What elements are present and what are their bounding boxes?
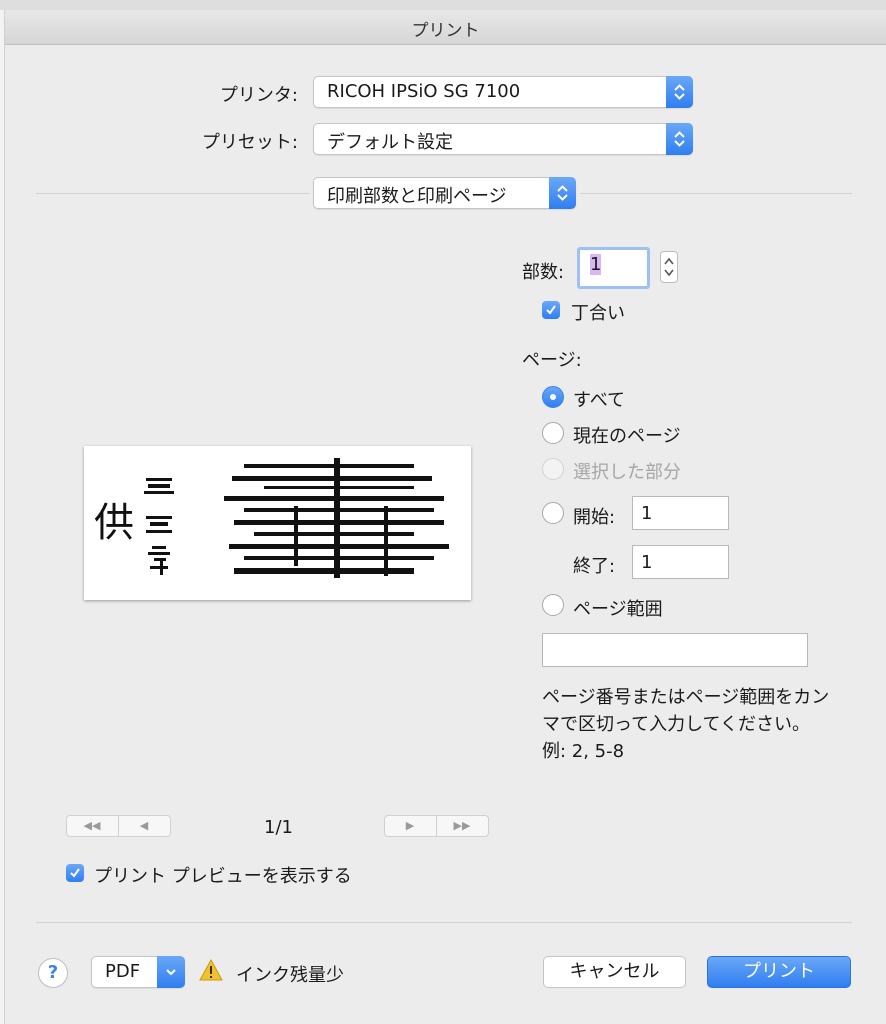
stepper-arrows-icon xyxy=(664,257,674,277)
background-window-edge xyxy=(0,10,5,1024)
popup-arrows-icon xyxy=(666,76,693,108)
checkmark-icon xyxy=(70,868,80,878)
help-button[interactable]: ? xyxy=(38,958,68,988)
pages-selection-label: 選択した部分 xyxy=(573,462,681,483)
pdf-label: PDF xyxy=(105,961,141,982)
printer-popup[interactable]: RICOH IPSiO SG 7100 xyxy=(313,76,693,108)
page-indicator: 1/1 xyxy=(264,817,293,838)
collate-checkbox[interactable] xyxy=(542,301,560,319)
print-button[interactable]: プリント xyxy=(707,956,851,988)
last-page-icon[interactable]: ▶▶ xyxy=(437,816,487,836)
cancel-button[interactable]: キャンセル xyxy=(543,956,686,988)
svg-text:供: 供 xyxy=(94,500,134,546)
pages-current-radio[interactable] xyxy=(542,422,564,444)
preview-nav-prev-group: ◀◀ ◀ xyxy=(66,815,171,837)
pdf-menu-button[interactable]: PDF xyxy=(91,956,185,988)
section-popup[interactable]: 印刷部数と印刷ページ xyxy=(313,177,576,209)
chevron-down-icon xyxy=(157,956,185,988)
pages-range-radio[interactable] xyxy=(542,594,564,616)
printer-label: プリンタ: xyxy=(219,85,298,106)
previous-page-icon[interactable]: ◀ xyxy=(119,816,169,836)
printer-value: RICOH IPSiO SG 7100 xyxy=(327,81,521,102)
ink-warning-text: インク残量少 xyxy=(236,965,344,986)
copies-field[interactable]: 1 xyxy=(577,247,650,289)
print-preview-page: 供 xyxy=(84,446,471,600)
pages-all-label: すべて xyxy=(573,390,626,411)
next-page-icon[interactable]: ▶ xyxy=(385,816,435,836)
footer-divider xyxy=(36,922,852,923)
pages-label: ページ: xyxy=(522,350,582,371)
preset-label: プリセット: xyxy=(201,132,298,153)
divider-right xyxy=(580,193,852,194)
warning-icon xyxy=(199,959,223,981)
first-page-icon[interactable]: ◀◀ xyxy=(67,816,117,836)
copies-value: 1 xyxy=(590,254,602,275)
popup-arrows-icon xyxy=(549,177,576,209)
show-preview-checkbox[interactable] xyxy=(66,864,84,882)
preview-content-image: 供 xyxy=(94,458,449,578)
window-title: プリント xyxy=(411,21,480,41)
show-preview-label: プリント プレビューを表示する xyxy=(94,866,352,887)
popup-arrows-icon xyxy=(666,123,693,155)
divider-left xyxy=(36,193,310,194)
preview-nav-next-group: ▶ ▶▶ xyxy=(384,815,489,837)
pages-all-radio[interactable] xyxy=(542,386,564,408)
pages-range-hint: ページ番号またはページ範囲をカンマで区切って入力してください。例: 2, 5-8 xyxy=(542,687,830,762)
preset-popup[interactable]: デフォルト設定 xyxy=(313,123,693,155)
pages-to-field[interactable]: 1 xyxy=(632,545,729,579)
pages-selection-radio xyxy=(542,458,564,480)
copies-stepper[interactable] xyxy=(660,251,678,283)
section-value: 印刷部数と印刷ページ xyxy=(327,186,507,207)
pages-from-radio[interactable] xyxy=(542,502,564,524)
pages-current-label: 現在のページ xyxy=(573,426,681,447)
pages-from-field[interactable]: 1 xyxy=(632,496,729,530)
pages-to-label: 終了: xyxy=(573,556,616,577)
title-bar: プリント xyxy=(5,10,886,45)
pages-range-field[interactable] xyxy=(542,633,808,667)
preset-value: デフォルト設定 xyxy=(327,132,453,153)
checkmark-icon xyxy=(546,305,556,315)
pages-range-label: ページ範囲 xyxy=(573,599,663,620)
collate-label: 丁合い xyxy=(571,303,625,324)
pages-from-label: 開始: xyxy=(573,507,616,528)
copies-label: 部数: xyxy=(522,262,565,283)
